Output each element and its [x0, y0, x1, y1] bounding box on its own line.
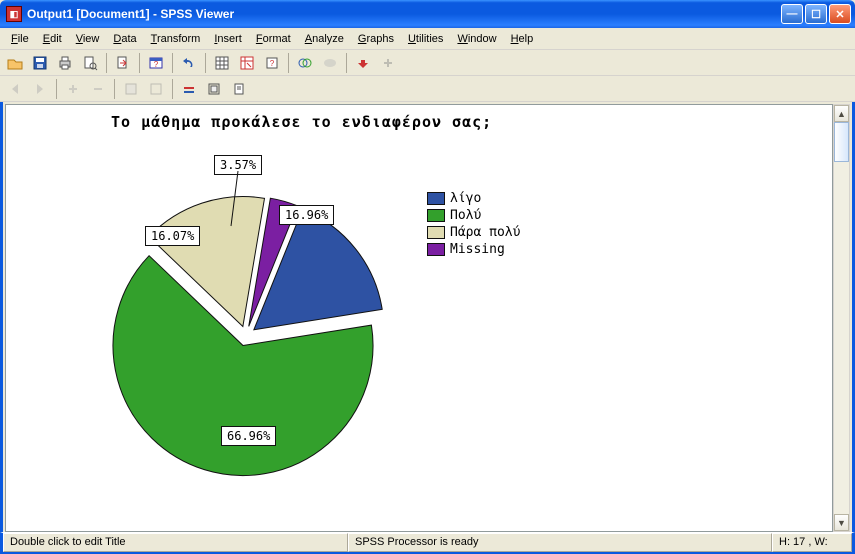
use-sets-icon[interactable]: [294, 52, 316, 74]
legend-label-3: Missing: [450, 242, 505, 257]
variables-icon[interactable]: ?: [261, 52, 283, 74]
legend-label-0: λίγο: [450, 191, 481, 206]
hide-icon[interactable]: [203, 78, 225, 100]
menubar: File Edit View Data Transform Insert For…: [0, 28, 855, 50]
menu-view[interactable]: View: [69, 31, 107, 47]
legend-item-3: Missing: [427, 242, 520, 257]
scroll-up-icon[interactable]: ▲: [834, 105, 849, 122]
app-icon: ◧: [6, 6, 22, 22]
show-icon[interactable]: [178, 78, 200, 100]
content-area: Το μάθημα προκάλεσε το ενδιαφέρον σας; 1…: [0, 102, 855, 532]
toolbar-separator: [172, 53, 173, 73]
toolbar-separator: [205, 53, 206, 73]
menu-data[interactable]: Data: [106, 31, 143, 47]
svg-text:?: ?: [270, 59, 275, 68]
menu-help[interactable]: Help: [504, 31, 541, 47]
toolbar-separator: [288, 53, 289, 73]
expand-icon: [120, 78, 142, 100]
menu-format[interactable]: Format: [249, 31, 298, 47]
dialog-recall-icon[interactable]: ?: [145, 52, 167, 74]
menu-transform[interactable]: Transform: [144, 31, 208, 47]
menu-utilities[interactable]: Utilities: [401, 31, 450, 47]
chart-title: Το μάθημα προκάλεσε το ενδιαφέρον σας;: [111, 113, 492, 131]
legend-label-2: Πάρα πολύ: [450, 225, 520, 240]
legend-swatch-0: [427, 192, 445, 205]
status-center: SPSS Processor is ready: [348, 533, 772, 552]
save-icon[interactable]: [29, 52, 51, 74]
goto-case-icon[interactable]: [236, 52, 258, 74]
chart-object[interactable]: Το μάθημα προκάλεσε το ενδιαφέρον σας; 1…: [21, 111, 821, 531]
toolbar-separator: [114, 79, 115, 99]
legend-swatch-3: [427, 243, 445, 256]
value-labels-icon: [377, 52, 399, 74]
legend-item-2: Πάρα πολύ: [427, 225, 520, 240]
insert-heading-icon[interactable]: [228, 78, 250, 100]
print-preview-icon[interactable]: [79, 52, 101, 74]
export-icon[interactable]: [112, 52, 134, 74]
pie-chart: [91, 161, 401, 501]
output-canvas[interactable]: Το μάθημα προκάλεσε το ενδιαφέρον σας; 1…: [5, 104, 833, 532]
toolbar-separator: [172, 79, 173, 99]
legend-item-0: λίγο: [427, 191, 520, 206]
menu-file[interactable]: File: [4, 31, 36, 47]
back-icon: [4, 78, 26, 100]
titlebar: ◧ Output1 [Document1] - SPSS Viewer — ☐ …: [0, 0, 855, 28]
promote-icon: [62, 78, 84, 100]
scroll-thumb[interactable]: [834, 122, 849, 162]
scroll-track[interactable]: [834, 162, 849, 514]
window-buttons: — ☐ ✕: [781, 4, 851, 24]
window-title: Output1 [Document1] - SPSS Viewer: [27, 7, 781, 21]
menu-graphs[interactable]: Graphs: [351, 31, 401, 47]
status-left: Double click to edit Title: [3, 533, 348, 552]
maximize-button[interactable]: ☐: [805, 4, 827, 24]
pct-label-1: 66.96%: [221, 426, 276, 446]
menu-edit[interactable]: Edit: [36, 31, 69, 47]
toolbar-separator: [139, 53, 140, 73]
print-icon[interactable]: [54, 52, 76, 74]
toolbar-separator: [346, 53, 347, 73]
status-right: H: 17 , W:: [772, 533, 852, 552]
scroll-down-icon[interactable]: ▼: [834, 514, 849, 531]
legend-swatch-1: [427, 209, 445, 222]
close-button[interactable]: ✕: [829, 4, 851, 24]
toolbar-separator: [56, 79, 57, 99]
menu-window[interactable]: Window: [450, 31, 503, 47]
toolbar-nav: [0, 76, 855, 102]
designate-window-icon[interactable]: [352, 52, 374, 74]
statusbar: Double click to edit Title SPSS Processo…: [0, 532, 855, 554]
minimize-button[interactable]: —: [781, 4, 803, 24]
leader-line: [226, 171, 246, 231]
vertical-scrollbar[interactable]: ▲ ▼: [833, 104, 850, 532]
goto-data-icon[interactable]: [211, 52, 233, 74]
collapse-icon: [145, 78, 167, 100]
menu-insert[interactable]: Insert: [207, 31, 249, 47]
legend-swatch-2: [427, 226, 445, 239]
legend-item-1: Πολύ: [427, 208, 520, 223]
demote-icon: [87, 78, 109, 100]
toolbar-separator: [106, 53, 107, 73]
select-cases-icon: [319, 52, 341, 74]
pct-label-0: 16.96%: [279, 205, 334, 225]
menu-analyze[interactable]: Analyze: [298, 31, 351, 47]
toolbar-main: ? ?: [0, 50, 855, 76]
svg-text:?: ?: [154, 60, 159, 69]
undo-icon[interactable]: [178, 52, 200, 74]
legend: λίγο Πολύ Πάρα πολύ Missing: [427, 191, 520, 257]
open-icon[interactable]: [4, 52, 26, 74]
legend-label-1: Πολύ: [450, 208, 481, 223]
forward-icon: [29, 78, 51, 100]
pct-label-2: 16.07%: [145, 226, 200, 246]
